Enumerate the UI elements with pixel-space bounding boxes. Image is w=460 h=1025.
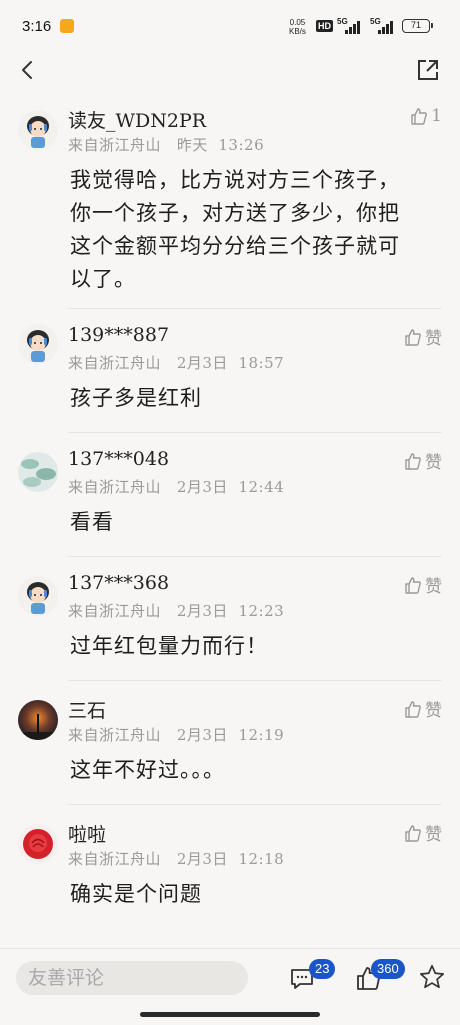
comment-username[interactable]: 137***368 bbox=[68, 572, 169, 594]
share-button[interactable] bbox=[414, 56, 442, 84]
back-button[interactable] bbox=[14, 56, 42, 84]
like-button[interactable]: 赞 bbox=[403, 696, 442, 721]
thumbs-up-icon bbox=[405, 700, 421, 718]
comment-meta: 来自浙江舟山 2月3日 12:44 bbox=[68, 476, 284, 497]
avatar[interactable] bbox=[18, 576, 58, 616]
comment-content: 孩子多是红利 bbox=[70, 386, 202, 410]
like-count: 1 bbox=[431, 106, 442, 126]
comment-meta: 来自浙江舟山 2月3日 18:57 bbox=[68, 352, 284, 373]
comment-username[interactable]: 137***048 bbox=[68, 448, 169, 470]
signal-icon bbox=[378, 20, 398, 34]
comment-meta: 来自浙江舟山 2月3日 12:19 bbox=[68, 724, 284, 745]
landscape-avatar-icon bbox=[18, 452, 58, 492]
battery-icon: 71 bbox=[402, 19, 433, 33]
network-speed: 0.05 KB/s bbox=[289, 18, 306, 36]
sunset-avatar-icon bbox=[18, 700, 58, 740]
avatar[interactable] bbox=[18, 700, 58, 740]
home-indicator[interactable] bbox=[140, 1012, 320, 1017]
divider bbox=[68, 308, 442, 309]
comment-date: 昨天 bbox=[176, 136, 208, 154]
comment-count-badge: 23 bbox=[309, 959, 336, 979]
avatar[interactable] bbox=[18, 110, 58, 150]
comment-location: 来自浙江舟山 bbox=[68, 136, 162, 154]
thumbs-up-icon bbox=[405, 452, 421, 470]
comment-time: 12:23 bbox=[238, 602, 285, 620]
cartoon-avatar-icon bbox=[18, 324, 58, 364]
comment-time: 12:44 bbox=[238, 478, 285, 496]
comment-time: 12:18 bbox=[238, 850, 285, 868]
notification-app-icon bbox=[60, 19, 74, 33]
cartoon-avatar-icon bbox=[18, 110, 58, 150]
status-bar: 3:16 0.05 KB/s HD 5G 5G 71 bbox=[0, 0, 460, 52]
divider bbox=[68, 432, 442, 433]
comment-meta: 来自浙江舟山 2月3日 12:18 bbox=[68, 848, 284, 869]
like-label: 赞 bbox=[425, 825, 442, 845]
avatar[interactable] bbox=[18, 824, 58, 864]
like-count-badge: 360 bbox=[371, 959, 405, 979]
like-label: 赞 bbox=[425, 453, 442, 473]
thumbs-up-icon bbox=[405, 576, 421, 594]
thumbs-up-icon bbox=[411, 108, 428, 125]
comment-date: 2月3日 bbox=[176, 478, 228, 496]
status-time: 3:16 bbox=[22, 18, 52, 35]
avatar[interactable] bbox=[18, 324, 58, 364]
comment-time: 12:19 bbox=[238, 726, 285, 744]
comment-time: 13:26 bbox=[218, 136, 265, 154]
comment-date: 2月3日 bbox=[176, 850, 228, 868]
rose-avatar-icon bbox=[18, 824, 58, 864]
like-button[interactable]: 赞 bbox=[403, 572, 442, 597]
cartoon-avatar-icon bbox=[18, 576, 58, 616]
comment-username[interactable]: 139***887 bbox=[68, 324, 169, 346]
thumbs-up-icon bbox=[405, 824, 421, 842]
like-button[interactable]: 1 bbox=[409, 106, 442, 126]
like-button[interactable]: 赞 bbox=[403, 448, 442, 473]
comment-date: 2月3日 bbox=[176, 602, 228, 620]
star-icon bbox=[419, 964, 445, 989]
comment-username[interactable]: 读友_WDN2PR bbox=[68, 106, 206, 133]
comment-username[interactable]: 三石 bbox=[68, 696, 106, 723]
comment-content: 过年红包量力而行！ bbox=[70, 634, 268, 658]
divider bbox=[68, 804, 442, 805]
like-label: 赞 bbox=[425, 577, 442, 597]
like-button[interactable]: 赞 bbox=[403, 820, 442, 845]
comment-date: 2月3日 bbox=[176, 726, 228, 744]
comment-meta: 来自浙江舟山 2月3日 12:23 bbox=[68, 600, 284, 621]
comment-time: 18:57 bbox=[238, 354, 285, 372]
like-label: 赞 bbox=[425, 701, 442, 721]
divider bbox=[68, 556, 442, 557]
comment-content: 我觉得哈，比方说对方三个孩子，你一个孩子，对方送了多少，你把这个金额平均分分给三… bbox=[70, 168, 400, 291]
hd-icon: HD bbox=[316, 20, 333, 32]
thumbs-up-icon bbox=[405, 328, 421, 346]
comment-input[interactable]: 友善评论 bbox=[16, 961, 248, 995]
speed-value: 0.05 bbox=[289, 18, 306, 27]
comment-location: 来自浙江舟山 bbox=[68, 726, 162, 744]
speed-unit: KB/s bbox=[289, 27, 306, 36]
comment-content: 确实是个问题 bbox=[70, 882, 202, 906]
favorite-button[interactable] bbox=[418, 963, 448, 993]
like-button[interactable]: 赞 bbox=[403, 324, 442, 349]
comment-location: 来自浙江舟山 bbox=[68, 602, 162, 620]
divider bbox=[68, 680, 442, 681]
comment-location: 来自浙江舟山 bbox=[68, 850, 162, 868]
like-label: 赞 bbox=[425, 329, 442, 349]
comment-date: 2月3日 bbox=[176, 354, 228, 372]
comment-location: 来自浙江舟山 bbox=[68, 354, 162, 372]
chevron-left-icon bbox=[22, 61, 32, 79]
comment-content: 看看 bbox=[70, 510, 114, 534]
comment-location: 来自浙江舟山 bbox=[68, 478, 162, 496]
avatar[interactable] bbox=[18, 452, 58, 492]
signal-icon bbox=[345, 20, 365, 34]
comment-content: 这年不好过。。。 bbox=[70, 758, 225, 782]
comment-meta: 来自浙江舟山 昨天 13:26 bbox=[68, 134, 264, 155]
share-icon bbox=[418, 60, 438, 80]
comment-username[interactable]: 啦啦 bbox=[68, 820, 106, 847]
